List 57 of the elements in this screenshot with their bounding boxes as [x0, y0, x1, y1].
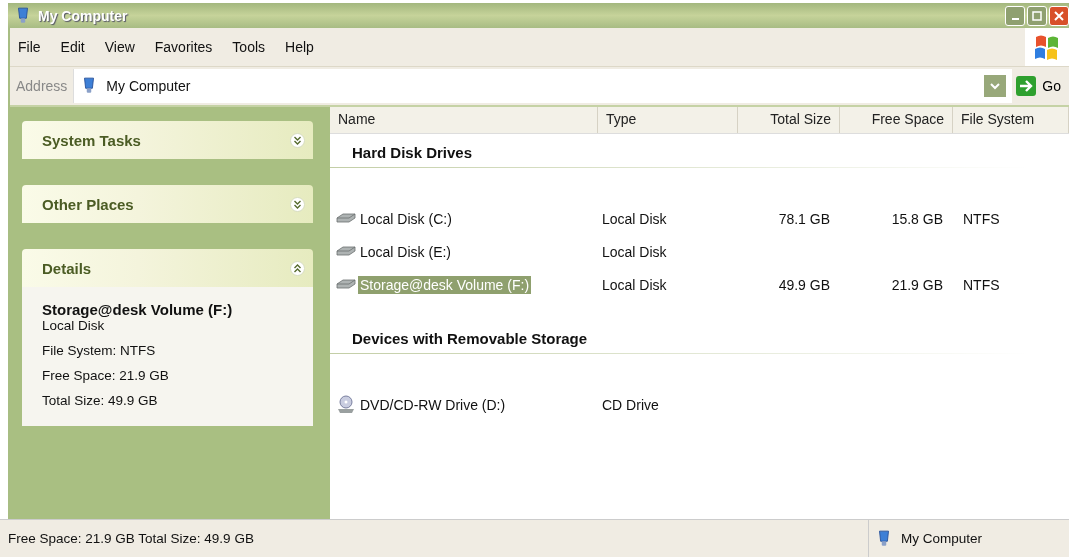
- table-cell-text: Local Disk: [601, 244, 668, 260]
- maximize-button[interactable]: [1027, 5, 1047, 26]
- table-cell-text: 49.9 GB: [777, 277, 831, 293]
- details-text: Total Size: 49.9 GB: [42, 393, 159, 408]
- menu-item[interactable]: View: [94, 39, 145, 55]
- table-cell-text: CD Drive: [601, 397, 660, 413]
- column-header[interactable]: Type: [598, 107, 738, 133]
- address-label: Address: [15, 78, 69, 94]
- collapse-icon[interactable]: [290, 260, 305, 276]
- details-heading: Storage@desk Volume (F:): [42, 301, 234, 318]
- address-field[interactable]: My Computer: [73, 69, 1013, 103]
- cd-drive-icon: [336, 395, 356, 415]
- panel-header[interactable]: System Tasks: [22, 121, 313, 159]
- column-header[interactable]: Free Space: [840, 107, 953, 133]
- details-text: File System: NTFS: [42, 343, 157, 358]
- status-zone: My Computer: [901, 531, 983, 546]
- table-cell-text: 15.8 GB: [890, 211, 944, 227]
- group-heading: Hard Disk Drives: [351, 143, 474, 163]
- table-cell-text: 78.1 GB: [777, 211, 831, 227]
- maximize-icon: [1032, 10, 1042, 21]
- table-cell-text: Local Disk: [601, 277, 668, 293]
- close-button[interactable]: [1049, 5, 1069, 26]
- drive-icon: [336, 213, 356, 225]
- chevron-down-icon: [990, 82, 1001, 90]
- table-cell-text: 21.9 GB: [890, 277, 944, 293]
- table-cell-text: Local Disk: [601, 211, 668, 227]
- go-button[interactable]: Go: [1012, 76, 1069, 96]
- windows-flag-icon: [1034, 33, 1060, 61]
- panel-header[interactable]: Details: [22, 249, 313, 287]
- status-text: Free Space: 21.9 GB Total Size: 49.9 GB: [7, 531, 255, 546]
- table-cell-text: NTFS: [962, 277, 1000, 293]
- close-icon: [1054, 10, 1064, 21]
- menu-item[interactable]: Favorites: [144, 39, 223, 55]
- drive-icon: [336, 279, 356, 291]
- drive-name[interactable]: Local Disk (E:): [358, 243, 454, 261]
- minimize-button[interactable]: [1005, 5, 1025, 26]
- drive-name[interactable]: DVD/CD-RW Drive (D:): [358, 396, 508, 414]
- drive-name[interactable]: Local Disk (C:): [358, 210, 454, 228]
- expand-icon[interactable]: [290, 196, 305, 212]
- details-text: Local Disk: [42, 318, 106, 333]
- group-heading: Devices with Removable Storage: [351, 329, 589, 349]
- column-header[interactable]: Total Size: [738, 107, 840, 133]
- column-header[interactable]: Name: [330, 107, 598, 133]
- panel-header[interactable]: Other Places: [22, 185, 313, 223]
- details-text: Free Space: 21.9 GB: [42, 368, 170, 383]
- arrow-right-icon: [1016, 76, 1037, 96]
- column-header[interactable]: File System: [953, 107, 1069, 133]
- menu-item[interactable]: File: [10, 39, 51, 55]
- minimize-icon: [1011, 17, 1019, 20]
- menu-item[interactable]: Help: [275, 39, 324, 55]
- menu-item[interactable]: Tools: [222, 39, 276, 55]
- expand-icon[interactable]: [290, 132, 305, 148]
- menu-item[interactable]: Edit: [50, 39, 95, 55]
- dropdown-button[interactable]: [984, 75, 1007, 97]
- window-title: My Computer: [38, 7, 128, 24]
- drive-icon: [336, 246, 356, 258]
- table-cell-text: NTFS: [962, 211, 1000, 227]
